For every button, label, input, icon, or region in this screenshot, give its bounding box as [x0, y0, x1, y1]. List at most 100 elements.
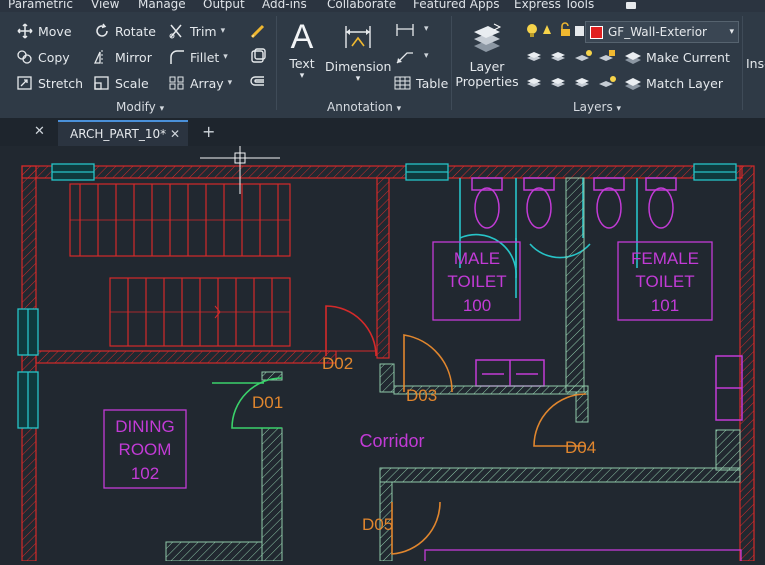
fillet-label: Fillet — [190, 49, 220, 65]
scale-button[interactable]: Scale — [93, 72, 149, 94]
layer-properties-icon — [474, 23, 502, 52]
tab-output[interactable]: Output — [203, 0, 245, 11]
room-name-dining: DINING — [115, 417, 175, 436]
mirror-button[interactable]: Mirror — [93, 46, 152, 68]
door-tag-d03: D03 — [406, 386, 437, 405]
fillet-icon — [170, 50, 184, 64]
layer-state-icons[interactable] — [525, 22, 585, 40]
door-tag-d02: D02 — [322, 354, 353, 373]
table-label: Table — [416, 75, 449, 91]
fillet-dropdown-icon[interactable]: ▾ — [223, 52, 228, 62]
floor-plan: MALE TOILET 100 FEMALE TOILET 101 DINING… — [17, 146, 755, 565]
layer-dropdown-chevron-icon: ▾ — [729, 27, 734, 37]
close-icon[interactable]: ✕ — [34, 124, 45, 139]
stretch-button[interactable]: Stretch — [16, 72, 83, 94]
panel-divider — [451, 16, 452, 110]
text-button[interactable]: A Text ▾ — [283, 18, 321, 81]
offset-icon[interactable] — [249, 74, 267, 92]
document-tab-bar: ✕ ARCH_PART_10* ✕ + — [0, 118, 765, 146]
lock-icon[interactable] — [624, 0, 638, 10]
current-layer-name: GF_Wall-Exterior — [608, 25, 707, 39]
trim-dropdown-icon[interactable]: ▾ — [221, 26, 226, 36]
mirror-icon — [93, 50, 103, 64]
copy-button[interactable]: Copy — [16, 46, 70, 68]
match-layer-icon — [625, 78, 641, 90]
linear-dimension-icon[interactable] — [394, 21, 416, 39]
tab-add-ins[interactable]: Add-ins — [262, 0, 307, 11]
make-current-button[interactable]: Make Current — [624, 46, 730, 68]
scale-icon — [94, 76, 109, 90]
array-dropdown-icon[interactable]: ▾ — [228, 78, 233, 88]
insert-label: Inse — [746, 56, 765, 71]
dimension-dropdown-icon[interactable]: ▾ — [325, 74, 391, 84]
tab-featured-apps[interactable]: Featured Apps — [413, 0, 499, 11]
room-name-male-2: TOILET — [447, 272, 506, 291]
copy-label: Copy — [38, 49, 70, 65]
panel-divider — [276, 16, 277, 110]
dimension-label: Dimension — [325, 59, 392, 74]
layer-color-swatch — [590, 25, 603, 39]
stretch-icon — [17, 76, 32, 90]
trim-button[interactable]: Trim ▾ — [168, 20, 225, 42]
room-name-dining-2: ROOM — [119, 440, 172, 459]
move-icon — [17, 23, 33, 39]
fillet-button[interactable]: Fillet ▾ — [168, 46, 228, 68]
plan-labels: MALE TOILET 100 FEMALE TOILET 101 DINING… — [115, 249, 699, 534]
room-name-female-2: TOILET — [635, 272, 694, 291]
door-tag-d05: D05 — [362, 515, 393, 534]
scale-label: Scale — [115, 75, 149, 91]
stretch-label: Stretch — [38, 75, 84, 91]
leader-icon[interactable] — [394, 48, 416, 66]
move-label: Move — [38, 23, 72, 39]
leader-dropdown-icon[interactable]: ▾ — [424, 51, 429, 61]
explode-icon[interactable] — [249, 48, 267, 66]
new-tab-plus-icon[interactable]: + — [202, 122, 215, 141]
move-button[interactable]: Move — [16, 20, 72, 42]
corridor-label: Corridor — [359, 431, 424, 451]
layer-tool-icons-row1[interactable] — [525, 48, 621, 66]
erase-icon[interactable] — [249, 22, 267, 40]
table-button[interactable]: Table — [394, 72, 448, 94]
menu-bar: Parametric View Manage Output Add-ins Co… — [0, 0, 765, 12]
mirror-label: Mirror — [115, 49, 152, 65]
staircase — [69, 183, 291, 347]
trim-label: Trim — [190, 23, 217, 39]
room-number-female: 101 — [651, 296, 679, 315]
tab-arch-part-10[interactable]: ARCH_PART_10* ✕ — [58, 120, 188, 146]
toilet-fixtures — [471, 177, 743, 421]
layers-panel-title[interactable]: Layers ▾ — [573, 100, 621, 114]
tab-title: ARCH_PART_10* — [70, 127, 167, 141]
array-icon — [169, 76, 184, 90]
insert-button[interactable]: Inse — [746, 56, 765, 71]
tab-manage[interactable]: Manage — [138, 0, 186, 11]
tab-view[interactable]: View — [91, 0, 119, 11]
layer-tool-icons-row2[interactable] — [525, 74, 621, 92]
tab-close-icon[interactable]: ✕ — [170, 127, 180, 141]
dimension-button[interactable]: Dimension ▾ — [325, 18, 391, 84]
linear-dimension-dropdown-icon[interactable]: ▾ — [424, 24, 429, 34]
rotate-icon — [96, 23, 108, 37]
text-icon: A — [290, 18, 314, 56]
tab-parametric[interactable]: Parametric — [8, 0, 73, 11]
array-button[interactable]: Array ▾ — [168, 72, 232, 94]
drawing-canvas[interactable]: MALE TOILET 100 FEMALE TOILET 101 DINING… — [0, 146, 765, 565]
rotate-label: Rotate — [115, 23, 156, 39]
layer-properties-button[interactable]: Layer Properties — [455, 20, 519, 89]
dimension-icon — [345, 26, 371, 48]
door-tag-d01: D01 — [252, 393, 283, 412]
layer-dropdown[interactable]: GF_Wall-Exterior ▾ — [585, 21, 739, 43]
modify-panel-title[interactable]: Modify ▾ — [116, 100, 164, 114]
layer-properties-label-2: Properties — [455, 74, 519, 89]
match-layer-button[interactable]: Match Layer — [624, 72, 723, 94]
door-tag-d04: D04 — [565, 438, 596, 457]
room-name-male: MALE — [454, 249, 500, 268]
copy-icon — [17, 50, 32, 64]
annotation-panel-title[interactable]: Annotation ▾ — [327, 100, 401, 114]
tab-express-tools[interactable]: Express Tools — [514, 0, 594, 11]
text-dropdown-icon[interactable]: ▾ — [283, 71, 321, 81]
room-number-dining: 102 — [131, 464, 159, 483]
tab-collaborate[interactable]: Collaborate — [327, 0, 396, 11]
make-current-icon — [625, 52, 641, 64]
room-name-female: FEMALE — [631, 249, 699, 268]
rotate-button[interactable]: Rotate — [93, 20, 156, 42]
